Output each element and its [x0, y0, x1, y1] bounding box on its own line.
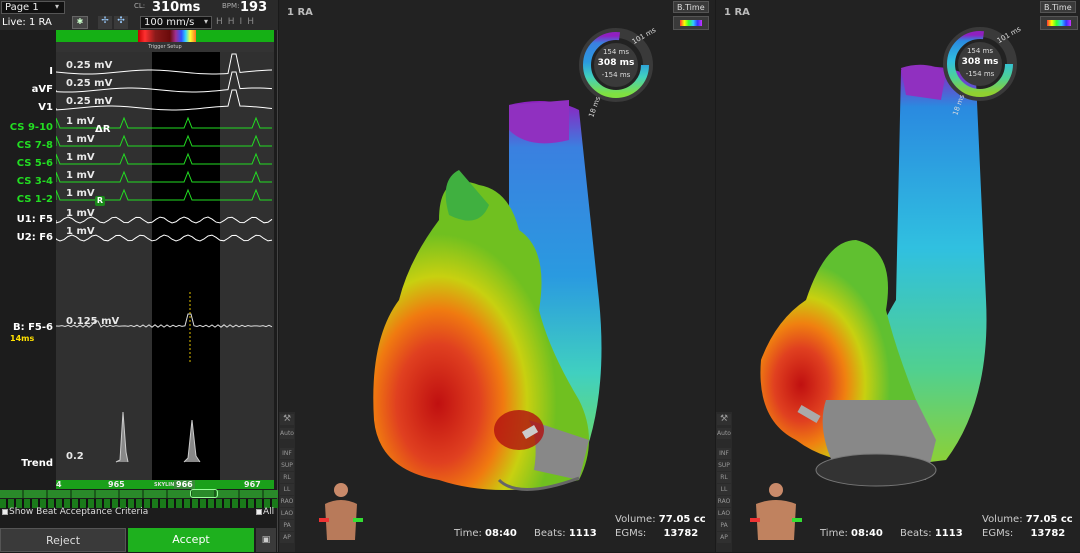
view-button-auto[interactable]: Auto — [717, 428, 731, 439]
ring-bot-2: -154 ms — [965, 70, 995, 78]
egm-toolbar: Page 1 ▾ CL: 310ms BPM: 193 — [0, 0, 278, 16]
beat-timeline[interactable] — [0, 490, 278, 498]
channel-label[interactable]: CS 7-8 — [0, 140, 56, 151]
channel-label[interactable]: CS 3-4 — [0, 176, 56, 187]
torso-icon-1[interactable] — [319, 482, 363, 542]
volume-stat-1: Volume: 77.05 cc — [615, 514, 706, 525]
channel-gain: 0.25 mV — [66, 60, 113, 71]
volume-stat-2: Volume: 77.05 cc — [982, 514, 1073, 525]
beat-965[interactable]: 965 — [108, 480, 125, 489]
channel-label[interactable]: CS 9-10 — [0, 122, 56, 133]
view-button-pa[interactable]: PA — [280, 520, 294, 531]
reject-button[interactable]: Reject — [0, 528, 126, 552]
channel-label[interactable]: CS 1-2 — [0, 194, 56, 205]
bpm-value: 193 — [240, 0, 268, 15]
options-icon[interactable]: ▣ — [256, 528, 276, 552]
channel-gain: 1 mV — [66, 152, 95, 163]
marker-icon[interactable]: ✣ — [114, 16, 128, 29]
trigger-setup[interactable]: Trigger Setup — [56, 42, 274, 52]
egm-panel: Page 1 ▾ CL: 310ms BPM: 193 Live: 1 RA ✱… — [0, 0, 278, 552]
live-label: Live: 1 RA — [2, 17, 52, 28]
trend-label: Trend — [21, 458, 53, 469]
view-button-inf[interactable]: INF — [280, 448, 294, 459]
beat-left: 4 — [56, 480, 62, 489]
timeline-handle[interactable] — [190, 489, 218, 498]
time-stat-1: Time: 08:40 — [454, 528, 517, 539]
caliper-icon[interactable]: ✢ — [98, 16, 112, 29]
r-marker: R — [95, 196, 105, 206]
channel-gain: 1 mV — [66, 226, 95, 237]
channel-gain: 1 mV — [66, 170, 95, 181]
cycle-length-bar — [56, 30, 274, 42]
tool-icon[interactable]: ✱ — [72, 16, 88, 29]
delta-r-marker: ΔR — [95, 124, 111, 135]
bipolar-gain: 0.125 mV — [66, 316, 120, 327]
egms-stat-2: EGMs: 13782 — [982, 528, 1066, 539]
view-button-lao[interactable]: LAO — [280, 508, 294, 519]
ring-top-2: 154 ms — [966, 47, 994, 55]
view-button-inf[interactable]: INF — [717, 448, 731, 459]
zoom-icons[interactable]: HHIH — [216, 17, 259, 27]
ring-top-1: 154 ms — [602, 48, 630, 56]
cl-label: CL: — [134, 2, 146, 10]
view-button-auto[interactable]: Auto — [280, 428, 294, 439]
channel-gain: 0.25 mV — [66, 96, 113, 107]
view-button-pa[interactable]: PA — [717, 520, 731, 531]
torso-icon-2[interactable] — [750, 482, 802, 542]
beat-criteria-checkbox[interactable] — [2, 509, 8, 515]
bipolar-label: B: F5-6 — [13, 322, 53, 333]
channel-gain: 1 mV — [66, 134, 95, 145]
channel-gain: 1 mV — [66, 188, 95, 199]
hammer-icon[interactable]: ⚒ — [280, 414, 294, 425]
channel-gain: 1 mV — [66, 116, 95, 127]
ring-mid-2: 308 ms — [961, 57, 999, 67]
all-checkbox[interactable] — [256, 509, 262, 515]
all-label: All — [263, 507, 275, 517]
channel-gain: 0.25 mV — [66, 78, 113, 89]
ring-bot-1: -154 ms — [601, 71, 631, 79]
channel-label[interactable]: I — [0, 66, 56, 77]
beats-stat-1: Beats: 1113 — [534, 528, 597, 539]
ring-mid-1: 308 ms — [597, 58, 635, 68]
view-buttons-2: ⚒ Auto INF SUP RL LL RAO LAO PA AP — [716, 412, 732, 552]
beat-criteria-label: Show Beat Acceptance Criteria — [9, 507, 149, 517]
cl-value: 310ms — [152, 0, 201, 15]
bipolar-delay: 14ms — [10, 334, 35, 343]
anatomy-map-2[interactable] — [716, 0, 1080, 552]
view-button-rl[interactable]: RL — [280, 472, 294, 483]
trend-trace — [115, 411, 201, 463]
channel-gain: 1 mV — [66, 208, 95, 219]
anatomy-map-1[interactable] — [279, 0, 715, 552]
view-buttons-1: ⚒ Auto INF SUP RL LL RAO LAO PA AP — [279, 412, 295, 552]
view-button-rao[interactable]: RAO — [717, 496, 731, 507]
view-button-ap[interactable]: AP — [280, 532, 294, 543]
page-dropdown-icon[interactable]: ▾ — [55, 2, 59, 11]
view-button-lao[interactable]: LAO — [717, 508, 731, 519]
map-view-2[interactable]: 1 RA B.Time 154 ms 308 ms -154 ms 101 ms… — [716, 0, 1080, 552]
speed-dropdown-icon[interactable]: ▾ — [204, 17, 208, 26]
view-button-rao[interactable]: RAO — [280, 496, 294, 507]
hammer-icon[interactable]: ⚒ — [717, 414, 731, 425]
speed-select[interactable]: 100 mm/s — [140, 16, 212, 29]
beat-966[interactable]: 966 — [174, 480, 195, 489]
channel-label[interactable]: U2: F6 — [0, 232, 56, 243]
beat-967[interactable]: 967 — [244, 480, 261, 489]
view-button-rl[interactable]: RL — [717, 472, 731, 483]
view-button-sup[interactable]: SUP — [280, 460, 294, 471]
view-button-ll[interactable]: LL — [717, 484, 731, 495]
map-view-1[interactable]: 1 RA B.Time 154 ms 308 ms -154 ms 101 ms… — [279, 0, 715, 552]
channel-label[interactable]: U1: F5 — [0, 214, 56, 225]
egms-stat-1: EGMs: 13782 — [615, 528, 699, 539]
accept-button[interactable]: Accept — [128, 528, 254, 552]
channel-label[interactable]: aVF — [0, 84, 56, 95]
beats-stat-2: Beats: 1113 — [900, 528, 963, 539]
view-button-sup[interactable]: SUP — [717, 460, 731, 471]
channel-label[interactable]: CS 5-6 — [0, 158, 56, 169]
bpm-label: BPM: — [222, 2, 240, 10]
view-button-ap[interactable]: AP — [717, 532, 731, 543]
channel-label[interactable]: V1 — [0, 102, 56, 113]
view-button-ll[interactable]: LL — [280, 484, 294, 495]
trend-gain: 0.2 — [66, 451, 84, 462]
time-stat-2: Time: 08:40 — [820, 528, 883, 539]
